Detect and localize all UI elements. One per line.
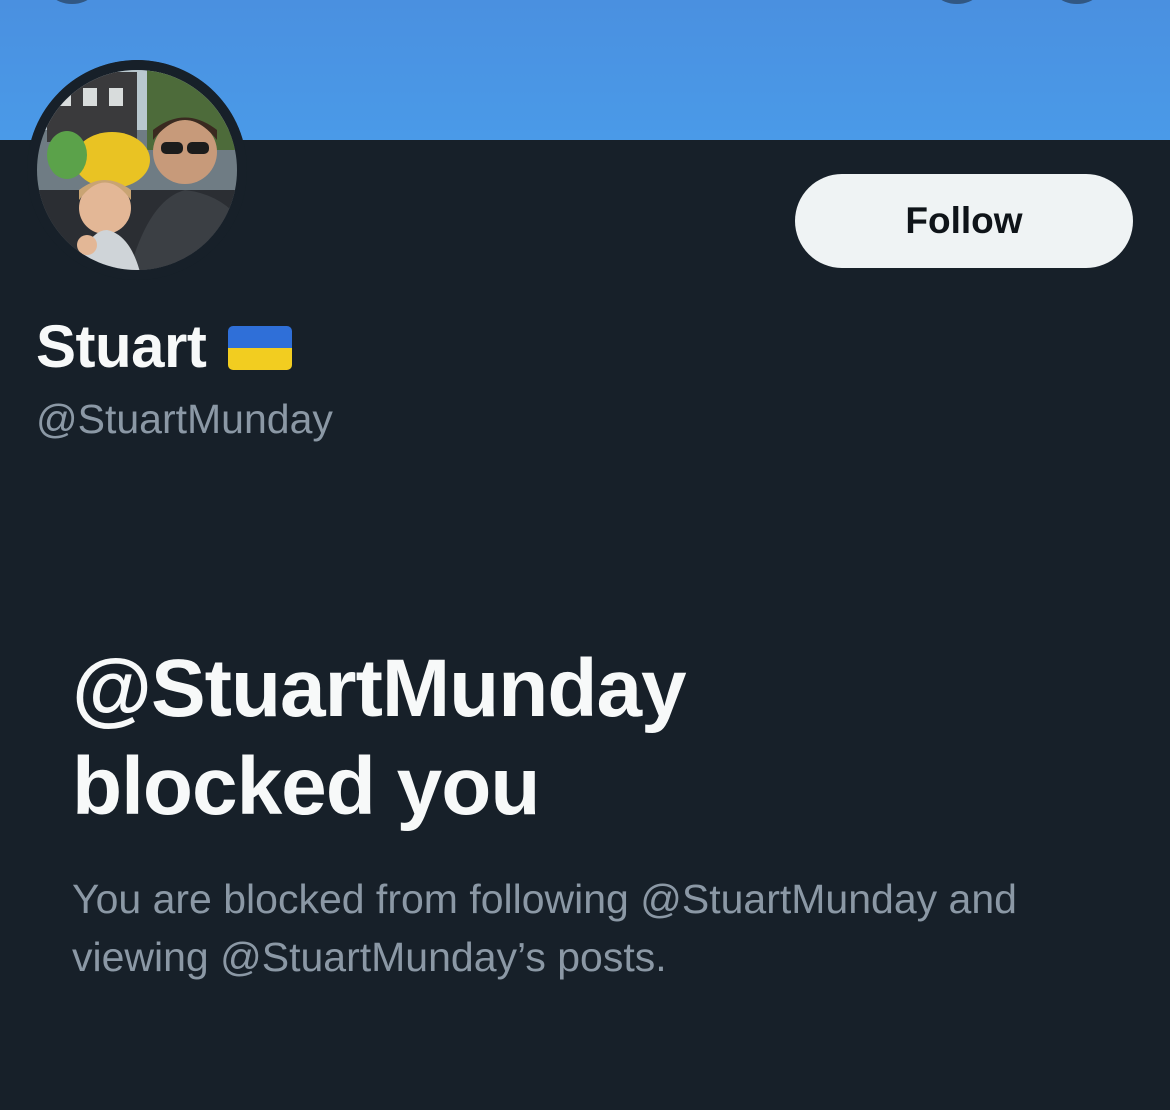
- more-options-button[interactable]: [1045, 0, 1109, 4]
- display-name-row: Stuart: [36, 308, 293, 384]
- avatar[interactable]: [27, 60, 247, 280]
- display-name: Stuart: [36, 312, 207, 380]
- blocked-title: @StuartMunday blocked you: [72, 640, 1112, 836]
- blocked-description: You are blocked from following @StuartMu…: [72, 876, 1017, 980]
- follow-button[interactable]: Follow: [795, 174, 1133, 268]
- blocked-title-line1: @StuartMunday: [72, 643, 687, 734]
- blocked-title-line2: blocked you: [72, 741, 540, 832]
- back-button[interactable]: [40, 0, 104, 4]
- ukraine-flag-icon: [228, 326, 293, 370]
- profile-page: Follow Stuart @StuartMunday @StuartMunda…: [0, 0, 1170, 1110]
- avatar-photo: [27, 60, 247, 280]
- search-button[interactable]: [925, 0, 989, 4]
- user-handle: @StuartMunday: [36, 396, 333, 442]
